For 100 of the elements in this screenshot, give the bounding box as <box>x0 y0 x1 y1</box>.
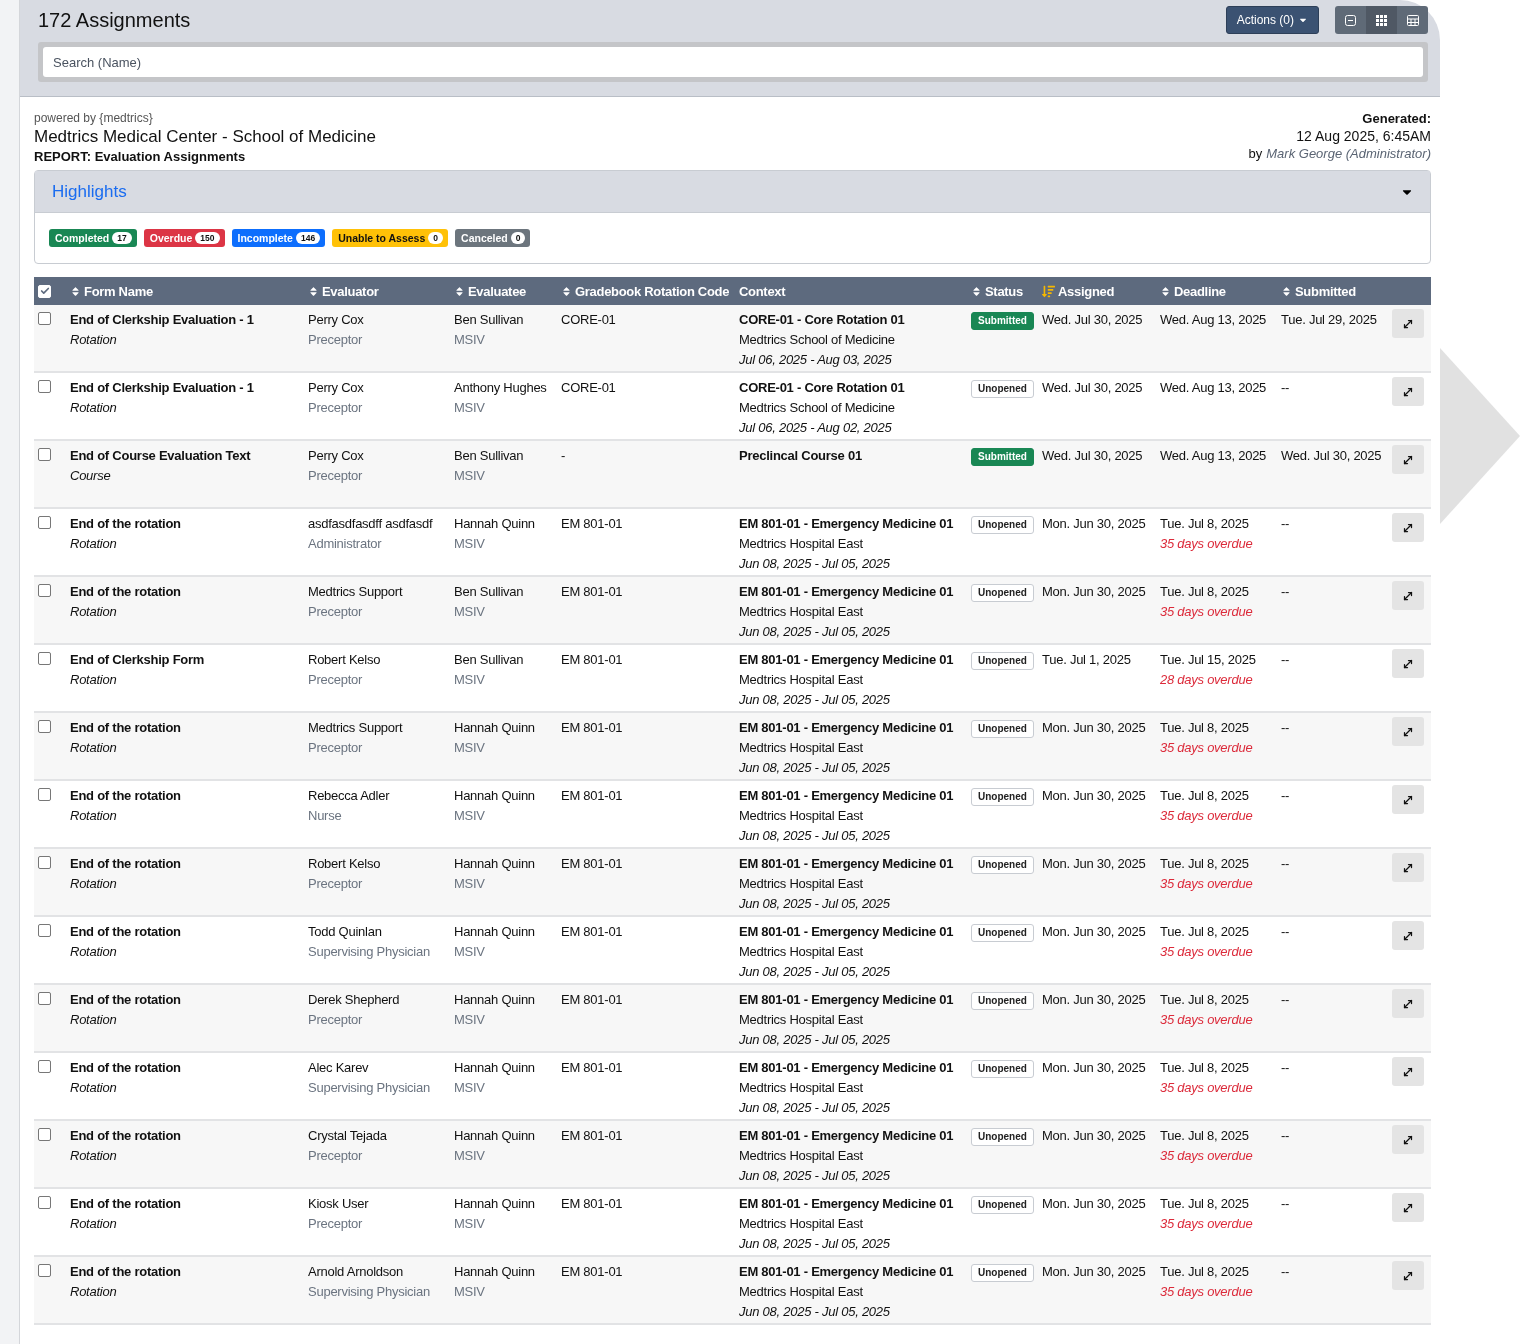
actions-button[interactable]: Actions (0) <box>1225 6 1319 34</box>
expand-button[interactable] <box>1392 649 1424 678</box>
context-dates: Jul 06, 2025 - Aug 03, 2025 <box>739 351 893 369</box>
expand-button[interactable] <box>1392 445 1424 474</box>
context-location: Medtrics Hospital East <box>739 739 864 757</box>
deadline-date: Tue. Jul 15, 2025 <box>1160 651 1257 669</box>
evaluator-role: Preceptor <box>308 1147 364 1165</box>
row-checkbox[interactable] <box>38 924 51 937</box>
evaluatee-name: Hannah Quinn <box>454 1059 536 1077</box>
row-checkbox[interactable] <box>38 584 51 597</box>
row-checkbox[interactable] <box>38 1128 51 1141</box>
column-header[interactable]: Context <box>739 283 971 299</box>
expand-icon <box>1402 1065 1414 1078</box>
column-header[interactable]: Form Name <box>70 283 308 299</box>
row-checkbox[interactable] <box>38 1264 51 1277</box>
status-count-badge[interactable]: Unable to Assess 0 <box>332 229 449 247</box>
context-location: Medtrics Hospital East <box>739 1215 864 1233</box>
row-checkbox[interactable] <box>38 788 51 801</box>
evaluatee-name: Hannah Quinn <box>454 719 536 737</box>
sort-icon[interactable] <box>70 285 81 297</box>
evaluator-name: Medtrics Support <box>308 719 404 737</box>
rotation-code: EM 801-01 <box>561 923 624 941</box>
sort-icon[interactable] <box>1160 285 1171 297</box>
sort-icon[interactable] <box>308 285 319 297</box>
row-checkbox[interactable] <box>38 652 51 665</box>
sort-icon[interactable] <box>1281 285 1292 297</box>
expand-button[interactable] <box>1392 1193 1424 1222</box>
status-badge: Unopened <box>971 992 1034 1010</box>
column-header[interactable]: Deadline <box>1160 283 1281 299</box>
form-name: End of the rotation <box>70 1263 182 1281</box>
context-location: Medtrics Hospital East <box>739 535 864 553</box>
evaluatee-name: Hannah Quinn <box>454 991 536 1009</box>
column-header[interactable]: Submitted <box>1281 283 1392 299</box>
row-checkbox[interactable] <box>38 448 51 461</box>
by-label: by <box>1248 146 1263 161</box>
view-toggle-button[interactable] <box>1397 6 1428 34</box>
row-checkbox[interactable] <box>38 992 51 1005</box>
evaluator-role: Preceptor <box>308 1011 364 1029</box>
evaluator-name: Todd Quinlan <box>308 923 383 941</box>
expand-button[interactable] <box>1392 377 1424 406</box>
row-checkbox[interactable] <box>38 1196 51 1209</box>
rotation-code: EM 801-01 <box>561 1195 624 1213</box>
status-count-badge[interactable]: Canceled 0 <box>455 229 531 247</box>
context-location: Medtrics Hospital East <box>739 943 864 961</box>
expand-button[interactable] <box>1392 1057 1424 1086</box>
expand-icon <box>1402 1133 1414 1146</box>
evaluatee-role: MSIV <box>454 331 486 349</box>
context-dates: Jun 08, 2025 - Jul 05, 2025 <box>739 555 891 573</box>
row-checkbox[interactable] <box>38 380 51 393</box>
expand-icon <box>1402 317 1414 330</box>
expand-button[interactable] <box>1392 581 1424 610</box>
sort-icon[interactable] <box>971 285 982 297</box>
form-type: Rotation <box>70 1215 118 1233</box>
expand-button[interactable] <box>1392 921 1424 950</box>
context-title: EM 801-01 - Emergency Medicine 01 <box>739 583 955 601</box>
form-type: Rotation <box>70 1079 118 1097</box>
view-toggle-button[interactable] <box>1366 6 1397 34</box>
sort-icon[interactable] <box>561 285 572 297</box>
context-dates: Jun 08, 2025 - Jul 05, 2025 <box>739 1099 891 1117</box>
select-all-checkbox[interactable] <box>38 284 51 298</box>
status-count-badge[interactable]: Completed 17 <box>49 229 137 247</box>
context-dates: Jun 08, 2025 - Jul 05, 2025 <box>739 1303 891 1321</box>
expand-button[interactable] <box>1392 309 1424 338</box>
row-checkbox[interactable] <box>38 312 51 325</box>
highlights-header[interactable]: Highlights <box>35 171 1430 213</box>
expand-button[interactable] <box>1392 1125 1424 1154</box>
expand-button[interactable] <box>1392 717 1424 746</box>
status-count-badge[interactable]: Incomplete 146 <box>231 229 326 247</box>
column-header[interactable]: Assigned <box>1042 283 1160 299</box>
submitted-date: -- <box>1281 1195 1291 1213</box>
expand-button[interactable] <box>1392 1261 1424 1290</box>
column-header[interactable]: Evaluatee <box>454 283 561 299</box>
column-header[interactable]: Evaluator <box>308 283 454 299</box>
expand-button[interactable] <box>1392 989 1424 1018</box>
overdue-text: 35 days overdue <box>1160 739 1254 757</box>
deadline-date: Tue. Jul 8, 2025 <box>1160 719 1250 737</box>
overdue-text: 35 days overdue <box>1160 535 1254 553</box>
evaluator-role: Preceptor <box>308 467 364 485</box>
sort-descending-icon[interactable] <box>1042 284 1055 298</box>
user-link[interactable]: Mark George (Administrator) <box>1266 146 1431 161</box>
sort-icon[interactable] <box>454 285 465 297</box>
row-checkbox[interactable] <box>38 720 51 733</box>
overdue-text: 35 days overdue <box>1160 1215 1254 1233</box>
evaluator-name: Perry Cox <box>308 447 365 465</box>
column-header[interactable]: Status <box>971 283 1042 299</box>
row-checkbox[interactable] <box>38 1060 51 1073</box>
view-toggle-button[interactable] <box>1335 6 1366 34</box>
column-header[interactable]: Gradebook Rotation Code <box>561 283 739 299</box>
deadline-date: Tue. Jul 8, 2025 <box>1160 1127 1250 1145</box>
expand-button[interactable] <box>1392 785 1424 814</box>
powered-by-text: powered by {medtrics} <box>34 111 153 125</box>
status-count-badge[interactable]: Overdue 150 <box>143 229 225 247</box>
expand-button[interactable] <box>1392 853 1424 882</box>
row-checkbox[interactable] <box>38 516 51 529</box>
expand-icon <box>1402 997 1414 1010</box>
context-dates: Jun 08, 2025 - Jul 05, 2025 <box>739 1167 891 1185</box>
expand-button[interactable] <box>1392 513 1424 542</box>
row-checkbox[interactable] <box>38 856 51 869</box>
search-field[interactable]: Search (Name) <box>38 42 1428 82</box>
evaluator-role: Preceptor <box>308 331 364 349</box>
